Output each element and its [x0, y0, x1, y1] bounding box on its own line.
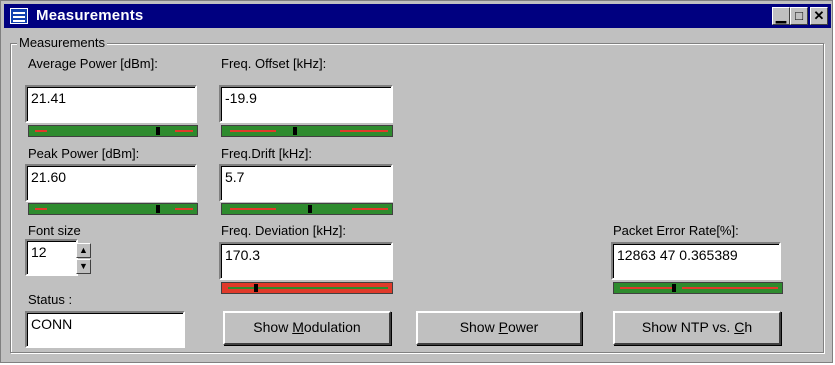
per-label: Packet Error Rate[%]: — [613, 223, 739, 238]
arrow-down-icon: ▼ — [79, 261, 88, 271]
gauge-bar-left — [620, 287, 676, 289]
title-bar[interactable]: Measurements ▁ □ ✕ — [4, 4, 831, 28]
spin-up-button[interactable]: ▲ — [76, 243, 91, 258]
gauge-bar-right — [340, 130, 388, 132]
gauge-bar-left — [230, 208, 276, 210]
button-text: h — [744, 319, 753, 335]
font-size-field[interactable]: 12 — [25, 239, 78, 276]
maximize-button[interactable]: □ — [790, 7, 808, 25]
gauge-marker — [254, 284, 258, 292]
gauge-bar-right — [175, 130, 193, 132]
freq-deviation-label: Freq. Deviation [kHz]: — [221, 223, 346, 238]
font-size-label: Font size — [28, 223, 81, 238]
freq-offset-label: Freq. Offset [kHz]: — [221, 56, 327, 71]
button-text: Show NTP vs. — [641, 319, 735, 335]
gauge-marker — [156, 127, 160, 135]
freq-offset-field[interactable]: -19.9 — [219, 85, 393, 123]
gauge-bar-right — [352, 208, 388, 210]
gauge-bar-right — [682, 287, 778, 289]
freq-drift-field[interactable]: 5.7 — [219, 164, 393, 202]
groupbox-label: Measurements — [17, 35, 107, 50]
status-label: Status : — [28, 292, 73, 307]
close-icon: ✕ — [813, 8, 825, 23]
spin-down-button[interactable]: ▼ — [76, 259, 91, 274]
app-icon[interactable] — [10, 8, 28, 24]
gauge-marker — [293, 127, 297, 135]
peak-power-label: Peak Power [dBm]: — [28, 146, 140, 161]
freq-deviation-gauge — [221, 282, 393, 294]
gauge-marker — [308, 205, 312, 213]
average-power-field[interactable]: 21.41 — [25, 85, 197, 123]
freq-deviation-field[interactable]: 170.3 — [219, 242, 393, 280]
peak-power-gauge — [28, 203, 198, 215]
gauge-bar-right — [175, 208, 193, 210]
status-field[interactable]: CONN — [25, 311, 185, 348]
window-title: Measurements — [36, 7, 144, 24]
button-text: odulation — [303, 319, 361, 335]
show-ntp-button[interactable]: Show NTP vs. Ch — [613, 311, 781, 345]
gauge-bar-left — [35, 208, 47, 210]
gauge-marker — [156, 205, 160, 213]
close-button[interactable]: ✕ — [810, 7, 828, 25]
freq-drift-label: Freq.Drift [kHz]: — [221, 146, 313, 161]
button-text: Show — [253, 319, 293, 335]
minimize-button[interactable]: ▁ — [772, 7, 790, 25]
per-gauge — [613, 282, 783, 294]
button-text: Show — [459, 319, 499, 335]
button-mnemonic: P — [498, 319, 508, 335]
show-modulation-button[interactable]: Show Modulation — [223, 311, 391, 345]
maximize-icon: □ — [795, 8, 803, 23]
gauge-bar-main — [228, 287, 388, 289]
button-mnemonic: C — [734, 319, 745, 335]
button-mnemonic: M — [292, 319, 304, 335]
freq-offset-gauge — [221, 125, 393, 137]
minimize-icon: ▁ — [776, 8, 786, 23]
peak-power-field[interactable]: 21.60 — [25, 164, 197, 202]
freq-drift-gauge — [221, 203, 393, 215]
per-field[interactable]: 12863 47 0.365389 — [611, 242, 781, 280]
show-power-button[interactable]: Show Power — [416, 311, 582, 345]
button-text: ower — [507, 319, 539, 335]
measurements-window: Measurements ▁ □ ✕ Measurements Average … — [0, 0, 833, 363]
average-power-gauge — [28, 125, 198, 137]
gauge-marker — [672, 284, 676, 292]
gauge-bar-left — [35, 130, 47, 132]
arrow-up-icon: ▲ — [79, 245, 88, 255]
average-power-label: Average Power [dBm]: — [28, 56, 158, 71]
gauge-bar-left — [230, 130, 276, 132]
